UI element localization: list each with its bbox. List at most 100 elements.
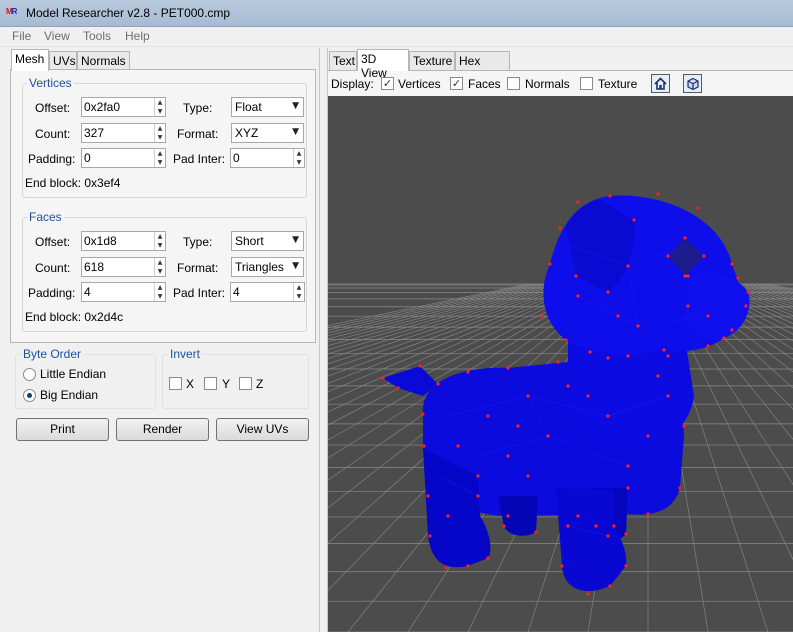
vertex-point: [444, 566, 448, 570]
vertices-padding-label: Padding:: [28, 152, 76, 166]
big-endian-label: Big Endian: [40, 388, 99, 402]
vertex-point: [566, 524, 570, 528]
vertex-point: [606, 290, 610, 294]
invert-title: Invert: [168, 347, 203, 361]
faces-padding-spinbox[interactable]: 4 ▲ ▼: [81, 282, 166, 302]
tab-3d-view[interactable]: 3D View: [357, 49, 409, 80]
spin-arrows-icon[interactable]: ▲ ▼: [154, 98, 165, 116]
vertex-point: [730, 328, 734, 332]
render-button[interactable]: Render: [116, 418, 209, 441]
vertex-point: [516, 424, 520, 428]
vertices-endblock: End block: 0x3ef4: [25, 176, 121, 190]
spin-arrows-icon[interactable]: ▲ ▼: [154, 124, 165, 142]
vertex-point: [686, 274, 690, 278]
home-icon[interactable]: [651, 74, 670, 93]
faces-endblock: End block: 0x2d4c: [25, 310, 124, 324]
vertices-format-value: XYZ: [235, 126, 259, 140]
faces-type-value: Short: [235, 234, 264, 248]
grid-line: [755, 283, 793, 293]
spin-arrows-icon[interactable]: ▲ ▼: [154, 283, 165, 301]
vertex-point: [683, 274, 687, 278]
spin-arrows-icon[interactable]: ▲ ▼: [154, 149, 165, 167]
vertices-offset-value: 0x2fa0: [84, 100, 121, 114]
vertex-point: [666, 354, 670, 358]
spin-arrows-icon[interactable]: ▲ ▼: [293, 149, 304, 167]
vertex-point: [428, 534, 432, 538]
vertex-point: [586, 592, 590, 596]
vertices-padinter-value: 0: [233, 151, 240, 165]
vertex-point: [746, 290, 750, 294]
tab-normals[interactable]: Normals: [77, 51, 130, 71]
vertices-count-value: 327: [84, 126, 105, 140]
grid-line: [739, 283, 793, 299]
vertices-offset-spinbox[interactable]: 0x2fa0 ▲ ▼: [81, 97, 166, 117]
faces-padinter-spinbox[interactable]: 4 ▲ ▼: [230, 282, 305, 302]
vertex-point: [418, 364, 422, 368]
normals-checkbox-label: Normals: [525, 77, 570, 91]
faces-offset-spinbox[interactable]: 0x1d8 ▲ ▼: [81, 231, 166, 251]
vertices-type-select[interactable]: Float ▼: [231, 97, 304, 117]
vertex-point: [616, 314, 620, 318]
spin-arrows-icon[interactable]: ▲ ▼: [154, 258, 165, 276]
texture-checkbox[interactable]: [580, 77, 593, 90]
invert-y-checkbox[interactable]: [204, 377, 217, 390]
invert-x-checkbox[interactable]: [169, 377, 182, 390]
big-endian-radio[interactable]: [23, 389, 36, 402]
vertex-point: [576, 200, 580, 204]
faces-count-spinbox[interactable]: 618 ▲ ▼: [81, 257, 166, 277]
vertex-point: [662, 348, 666, 352]
vertex-point: [422, 444, 426, 448]
vertices-format-select[interactable]: XYZ ▼: [231, 123, 304, 143]
vertices-count-spinbox[interactable]: 327 ▲ ▼: [81, 123, 166, 143]
vertex-point: [678, 486, 682, 490]
menu-tools[interactable]: Tools: [83, 29, 111, 43]
vertex-point: [526, 394, 530, 398]
vertex-point: [696, 206, 700, 210]
invert-z-checkbox[interactable]: [239, 377, 252, 390]
spin-arrows-icon[interactable]: ▲ ▼: [293, 283, 304, 301]
vertex-point: [506, 366, 510, 370]
menu-file[interactable]: File: [12, 29, 31, 43]
faces-checkbox-label: Faces: [468, 77, 501, 91]
vertex-point: [682, 424, 686, 428]
cube-view-icon[interactable]: [683, 74, 702, 93]
vertex-point: [446, 514, 450, 518]
tab-text[interactable]: Text: [329, 51, 357, 71]
tab-texture[interactable]: Texture: [409, 51, 455, 71]
spin-arrows-icon[interactable]: ▲ ▼: [154, 232, 165, 250]
vertices-padinter-spinbox[interactable]: 0 ▲ ▼: [230, 148, 305, 168]
title-bar: MR Model Researcher v2.8 - PET000.cmp: [0, 0, 793, 27]
tab-hex-view[interactable]: Hex View: [455, 51, 510, 82]
faces-offset-label: Offset:: [35, 235, 71, 249]
vertices-padinter-label: Pad Inter:: [173, 152, 226, 166]
faces-format-select[interactable]: Triangles ▼: [231, 257, 304, 277]
tab-mesh[interactable]: Mesh: [11, 49, 49, 71]
normals-checkbox[interactable]: [507, 77, 520, 90]
vertex-point: [476, 474, 480, 478]
vertex-point: [588, 350, 592, 354]
print-button[interactable]: Print: [16, 418, 109, 441]
vertices-count-label: Count:: [35, 127, 71, 141]
faces-padinter-value: 4: [233, 285, 240, 299]
vertex-point: [722, 336, 726, 340]
vertex-point: [558, 226, 562, 230]
faces-checkbox[interactable]: ✓: [450, 77, 463, 90]
grid-line: [747, 283, 793, 296]
faces-padinter-label: Pad Inter:: [173, 286, 226, 300]
3d-viewport[interactable]: [328, 96, 793, 632]
byte-order-title: Byte Order: [21, 347, 84, 361]
menu-view[interactable]: View: [44, 29, 70, 43]
view-uvs-button[interactable]: View UVs: [216, 418, 309, 441]
chevron-down-icon: ▼: [292, 261, 299, 271]
faces-count-value: 618: [84, 260, 105, 274]
tab-uvs[interactable]: UVs: [49, 51, 77, 71]
vertex-point: [548, 262, 552, 266]
vertex-point: [486, 414, 490, 418]
little-endian-radio[interactable]: [23, 368, 36, 381]
vertex-point: [706, 344, 710, 348]
menu-help[interactable]: Help: [125, 29, 150, 43]
vertices-padding-spinbox[interactable]: 0 ▲ ▼: [81, 148, 166, 168]
faces-type-label: Type:: [183, 235, 213, 249]
faces-type-select[interactable]: Short ▼: [231, 231, 304, 251]
grid-line: [719, 283, 793, 310]
